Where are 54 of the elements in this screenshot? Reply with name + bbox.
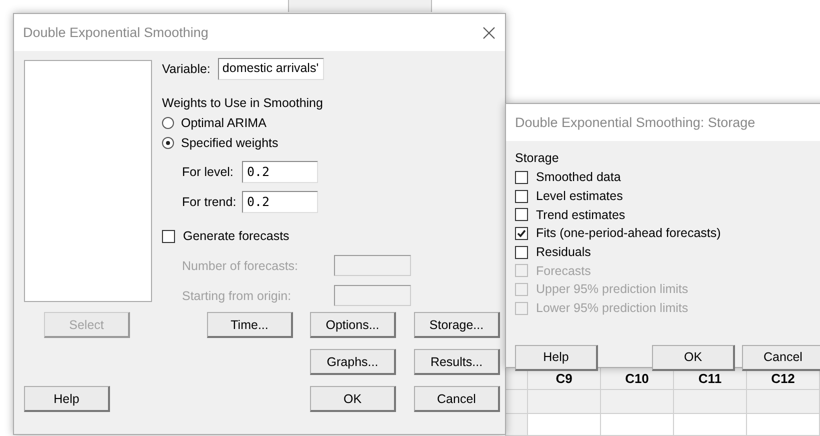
dialog-button[interactable]: Cancel: [414, 386, 500, 412]
table-cell[interactable]: [747, 414, 820, 436]
checkbox-label: Residuals: [536, 245, 591, 260]
table-cell[interactable]: [601, 414, 674, 436]
option-label: Specified weights: [181, 136, 278, 150]
input-field[interactable]: 0.2: [242, 191, 318, 213]
checkbox[interactable]: [162, 230, 175, 242]
table-cell[interactable]: [528, 414, 601, 436]
checkbox-label: Lower 95% prediction limits: [536, 301, 688, 316]
option-label: Optimal ARIMA: [181, 116, 266, 130]
checkbox-label: Fits (one-period-ahead forecasts): [536, 226, 721, 240]
dialog-button[interactable]: Options...: [310, 312, 396, 338]
dialog-button[interactable]: Graphs...: [310, 349, 396, 375]
checkbox[interactable]: [515, 208, 528, 222]
checkbox[interactable]: [515, 246, 528, 259]
table-cell[interactable]: [601, 390, 674, 414]
field-label: Number of forecasts:: [182, 258, 300, 272]
checkbox-label: Upper 95% prediction limits: [536, 282, 688, 296]
dialog-button[interactable]: OK: [652, 344, 735, 370]
section-heading: Weights to Use in Smoothing: [162, 96, 324, 112]
field-label: Variable:: [162, 62, 210, 76]
checkbox[interactable]: [515, 170, 528, 184]
input-field[interactable]: [334, 285, 411, 306]
table-cell[interactable]: [674, 390, 747, 414]
section-heading: Storage: [515, 151, 560, 167]
table-cell[interactable]: [528, 390, 601, 414]
field-label: For trend:: [182, 195, 238, 209]
input-field[interactable]: 0.2: [242, 161, 318, 183]
dialog-button[interactable]: Help: [515, 344, 598, 370]
window-title: Double Exponential Smoothing: Storage: [515, 115, 756, 130]
checkbox-label: Trend estimates: [536, 208, 626, 222]
checkbox-label: Forecasts: [536, 264, 591, 278]
checkbox-label: Level estimates: [536, 189, 623, 204]
radio-button[interactable]: [162, 137, 174, 149]
close-icon[interactable]: [483, 26, 495, 38]
dialog-button[interactable]: Help: [24, 386, 110, 412]
checkbox[interactable]: [515, 226, 528, 240]
field-label: For level:: [182, 165, 234, 179]
dialog-button[interactable]: Storage...: [414, 312, 500, 338]
field-label: Starting from origin:: [182, 288, 292, 302]
table-cell[interactable]: [747, 390, 820, 414]
dialog-button[interactable]: OK: [310, 386, 396, 412]
table-cell[interactable]: [674, 414, 747, 436]
radio-button[interactable]: [162, 117, 174, 129]
input-field[interactable]: domestic arrivals': [218, 58, 324, 80]
input-field[interactable]: [334, 255, 411, 276]
variable-list[interactable]: [24, 60, 152, 302]
checkbox-label: Smoothed data: [536, 170, 621, 184]
checkbox-label: Generate forecasts: [183, 229, 290, 243]
dialog-button[interactable]: Results...: [414, 349, 500, 375]
dialog-button[interactable]: Cancel: [742, 344, 820, 370]
checkbox[interactable]: [515, 190, 528, 203]
window-title: Double Exponential Smoothing: [23, 25, 208, 40]
dialog-button[interactable]: Time...: [207, 312, 293, 338]
